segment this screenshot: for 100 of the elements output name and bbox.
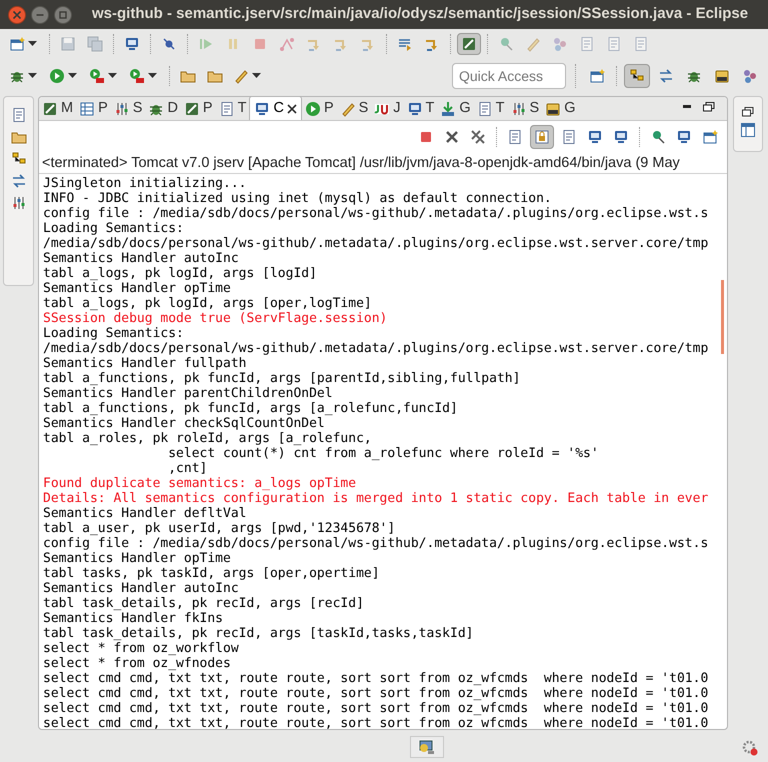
stop-icon[interactable] bbox=[418, 129, 434, 145]
console-line: Loading Semantics: bbox=[43, 326, 185, 341]
dropdown-caret-icon[interactable] bbox=[108, 73, 117, 79]
console-line: ,cnt] bbox=[167, 461, 208, 476]
console-line: tabl task_details, pk recId, args [taskId,tasks,taskId] bbox=[43, 626, 474, 641]
close-icon[interactable] bbox=[286, 104, 297, 114]
monitor-icon[interactable] bbox=[254, 100, 270, 116]
pen-icon[interactable] bbox=[340, 101, 356, 117]
console-line: Found duplicate semantics: a_logs opTime bbox=[43, 476, 358, 491]
restore-icon[interactable] bbox=[742, 107, 754, 117]
close-icon[interactable] bbox=[444, 129, 460, 145]
sliders-icon[interactable] bbox=[510, 101, 527, 117]
monitor-icon[interactable] bbox=[406, 101, 423, 117]
monitor-icon[interactable] bbox=[124, 36, 140, 52]
view-tab[interactable]: P bbox=[302, 98, 337, 120]
list-arrow-icon[interactable] bbox=[397, 36, 413, 52]
tab-label: C bbox=[273, 98, 284, 118]
console-line: select count(*) cnt from a_rolefunc where roleId = '%s' bbox=[167, 446, 600, 461]
sync-icon[interactable] bbox=[658, 68, 674, 84]
console-line: /media/sdb/docs/personal/ws-github/.metadata/.plugins/org.eclipse.wst.server.core/tmp bbox=[43, 341, 710, 356]
dropdown-caret-icon[interactable] bbox=[68, 73, 77, 79]
dropdown-caret-icon[interactable] bbox=[252, 73, 261, 79]
pen-icon[interactable] bbox=[233, 68, 249, 84]
new-window-icon[interactable] bbox=[702, 129, 718, 145]
sliders-icon[interactable] bbox=[10, 195, 26, 211]
view-tab[interactable]: S bbox=[508, 98, 542, 120]
junit-icon[interactable] bbox=[374, 101, 390, 117]
monitor-icon[interactable] bbox=[676, 129, 692, 145]
document-icon[interactable] bbox=[561, 129, 577, 145]
quick-access-field[interactable]: Quick Access bbox=[452, 63, 566, 89]
dropdown-caret-icon[interactable] bbox=[28, 73, 37, 79]
console-line: Semantics Handler fullpath bbox=[43, 356, 248, 371]
console-line: Semantics Handler autoInc bbox=[43, 251, 240, 266]
console-line: tabl tasks, pk taskId, args [oper,opertime] bbox=[43, 566, 381, 581]
view-tab[interactable]: D bbox=[145, 98, 181, 120]
close-all-icon[interactable] bbox=[470, 129, 486, 145]
new-window-icon[interactable] bbox=[589, 68, 605, 84]
view-tab[interactable]: C bbox=[249, 97, 302, 120]
close-button[interactable] bbox=[8, 6, 26, 24]
console-line: Semantics Handler opTime bbox=[43, 281, 232, 296]
download-icon[interactable] bbox=[440, 101, 456, 117]
console-line: select cmd cmd, txt txt, route route, sort sort from oz_wfcmds where nodeId = 't01.0 bbox=[43, 701, 710, 716]
monitor-icon bbox=[419, 739, 435, 755]
view-tab[interactable]: G bbox=[542, 98, 578, 120]
document-icon[interactable] bbox=[507, 129, 523, 145]
progress-button[interactable] bbox=[410, 736, 444, 758]
console-line: tabl a_roles, pk roleId, args [a_rolefunc, bbox=[43, 431, 373, 446]
maximize-icon[interactable] bbox=[703, 102, 715, 112]
console-line: JSingleton initializing... bbox=[43, 176, 248, 191]
console-line: /media/sdb/docs/personal/ws-github/.metadata/.plugins/org.eclipse.wst.server.core/tmp bbox=[43, 236, 710, 251]
view-tab[interactable]: T bbox=[216, 98, 250, 120]
console-line: tabl a_functions, pk funcId, args [parentId,sibling,fullpath] bbox=[43, 371, 522, 386]
run-icon[interactable] bbox=[304, 101, 321, 117]
tab-label: G bbox=[564, 99, 576, 118]
view-tab[interactable]: P bbox=[76, 98, 111, 120]
run-tool-icon[interactable] bbox=[129, 68, 145, 84]
document-icon[interactable] bbox=[476, 101, 493, 117]
view-tab[interactable]: T bbox=[474, 98, 508, 120]
tab-label: P bbox=[98, 99, 108, 118]
view-tab[interactable]: J bbox=[371, 98, 404, 120]
console-line: select * from oz_workflow bbox=[43, 641, 240, 656]
document-icon[interactable] bbox=[218, 101, 235, 117]
table-icon[interactable] bbox=[79, 101, 96, 117]
console-line: config file : /media/sdb/docs/personal/ws-github/.metadata/.plugins/org.eclipse.wst.s bbox=[43, 536, 710, 551]
skip-breakpoints-icon[interactable] bbox=[161, 36, 177, 52]
dropdown-caret-icon[interactable] bbox=[148, 73, 157, 79]
view-tab[interactable]: G bbox=[437, 98, 474, 120]
monitor-icon[interactable] bbox=[587, 129, 603, 145]
console-line: Semantics Handler defltVal bbox=[43, 506, 248, 521]
console-line: Semantics Handler opTime bbox=[43, 551, 232, 566]
window-title: ws-github - semantic.jserv/src/main/java/io/odysz/semantic/jsession/SSession.java - Eclipse bbox=[92, 4, 748, 24]
tab-label: M bbox=[61, 99, 74, 118]
console-line: tabl a_logs, pk logId, args [oper,logTime] bbox=[43, 296, 373, 311]
console-line: Semantics Handler autoInc bbox=[43, 581, 240, 596]
view-tab[interactable]: M bbox=[39, 98, 76, 120]
new-window-icon[interactable] bbox=[9, 36, 25, 52]
view-tab[interactable]: S bbox=[110, 98, 146, 120]
tab-label: J bbox=[393, 99, 401, 118]
dots-icon[interactable] bbox=[742, 68, 758, 84]
console-line: select cmd cmd, txt txt, route route, sort sort from oz_wfcmds where nodeId = 't01.0 bbox=[43, 716, 710, 729]
run-tool-icon[interactable] bbox=[89, 68, 105, 84]
view-tab[interactable]: S bbox=[336, 98, 372, 120]
minimize-button[interactable] bbox=[31, 6, 49, 24]
console-line: Details: All semantics configuration is merged into 1 static copy. Each table in ever bbox=[43, 491, 710, 506]
monitor-icon[interactable] bbox=[613, 129, 629, 145]
console-line: tabl a_logs, pk logId, args [logId] bbox=[43, 266, 318, 281]
dropdown-caret-icon[interactable] bbox=[28, 41, 37, 47]
scrollbar-thumb-icon[interactable] bbox=[721, 280, 724, 354]
document-icon[interactable] bbox=[10, 107, 26, 123]
view-tab[interactable]: P bbox=[180, 98, 216, 120]
maximize-button[interactable] bbox=[54, 6, 72, 24]
sliders-icon[interactable] bbox=[114, 101, 130, 117]
scroll-lock-icon[interactable] bbox=[534, 129, 550, 145]
window-icon[interactable] bbox=[741, 123, 755, 137]
console-line: tabl task_details, pk recId, args [recId] bbox=[43, 596, 365, 611]
tab-label: G bbox=[459, 99, 471, 118]
tab-label: P bbox=[202, 99, 213, 118]
sync-icon[interactable] bbox=[10, 173, 26, 189]
tab-label: S bbox=[530, 99, 540, 118]
view-tab[interactable]: T bbox=[404, 98, 438, 120]
